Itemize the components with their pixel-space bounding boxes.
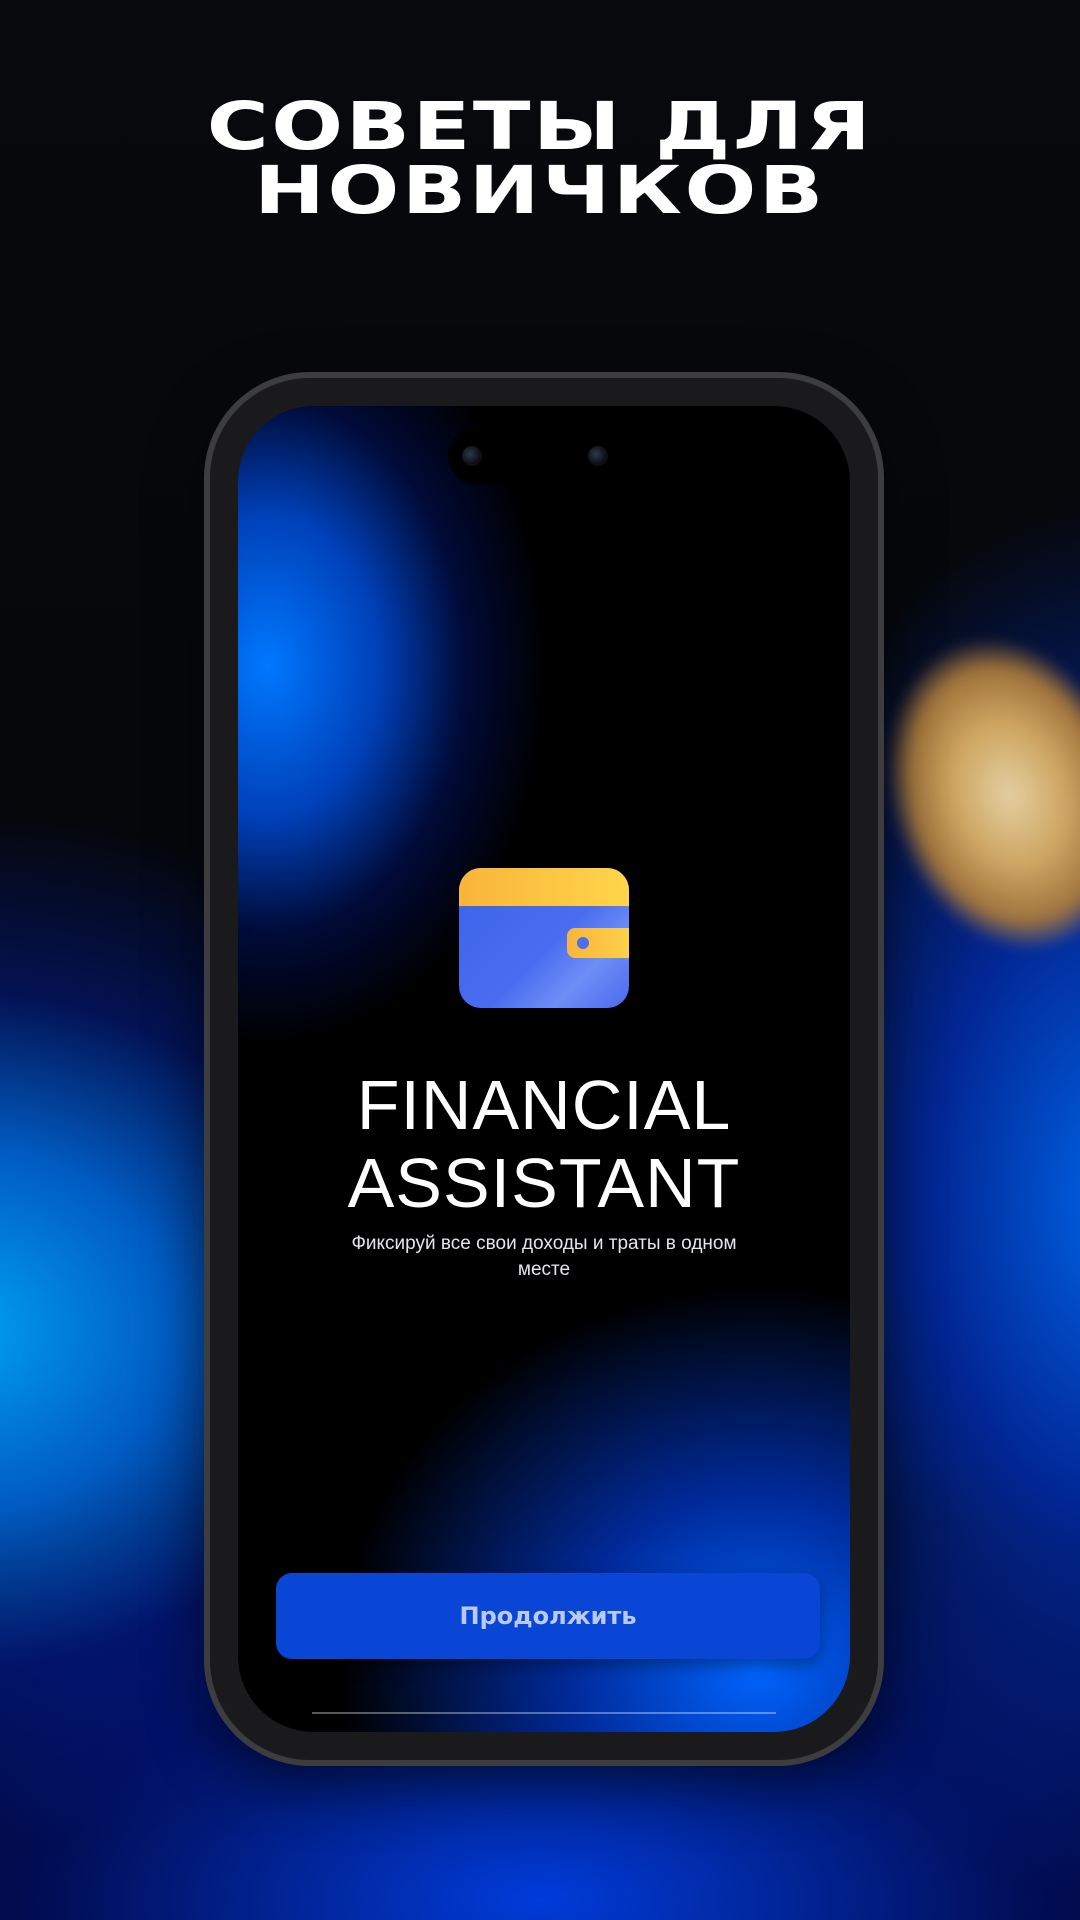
continue-button[interactable]: Продолжить — [276, 1573, 820, 1659]
headline-line-2: НОВИЧКОВ — [254, 152, 826, 229]
app-title-line-2: ASSISTANT — [347, 1144, 741, 1222]
dynamic-island — [448, 428, 640, 484]
sensor-icon — [588, 446, 608, 466]
promo-headline: СОВЕТЫ ДЛЯ НОВИЧКОВ — [0, 88, 1080, 229]
phone-screen: FINANCIAL ASSISTANT Фиксируй все свои до… — [238, 406, 850, 1732]
wallet-clasp — [567, 928, 629, 958]
camera-icon — [462, 446, 482, 466]
wallet-top-band — [459, 868, 629, 906]
headline-line-1: СОВЕТЫ ДЛЯ — [206, 88, 874, 165]
wallet-icon — [459, 868, 629, 1008]
app-subtitle: Фиксируй все свои доходы и траты в одном… — [351, 1233, 737, 1280]
wallet-clasp-dot — [577, 937, 589, 949]
phone-mockup: FINANCIAL ASSISTANT Фиксируй все свои до… — [210, 378, 878, 1760]
app-title-line-1: FINANCIAL — [356, 1066, 732, 1144]
promo-screen: СОВЕТЫ ДЛЯ НОВИЧКОВ FINANCIAL ASSISTANT … — [0, 0, 1080, 1920]
home-indicator[interactable] — [312, 1712, 776, 1714]
app-title: FINANCIAL ASSISTANT — [238, 1066, 850, 1222]
